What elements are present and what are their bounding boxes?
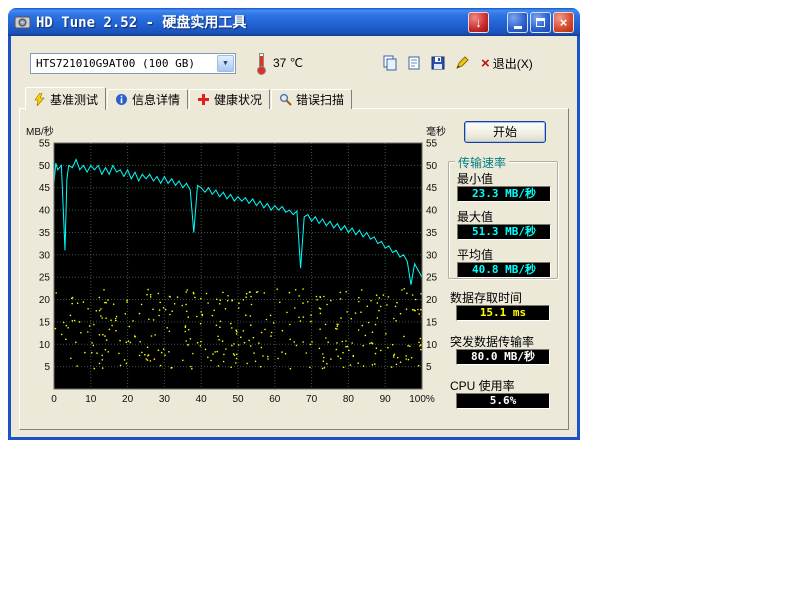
svg-text:15: 15 [426,317,438,328]
svg-text:毫秒: 毫秒 [426,125,446,138]
maximize-button[interactable] [530,12,551,33]
tab-info-label: 信息详情 [132,91,180,108]
results-panel: 开始 传输速率 最小值 23.3 MB/秒 最大值 51.3 MB/秒 平均值 … [448,117,562,423]
minimize-icon [514,26,522,29]
min-value-box: 23.3 MB/秒 [457,186,551,202]
combo-arrow-icon[interactable]: ▼ [217,55,234,72]
svg-text:55: 55 [426,139,438,150]
exit-label: 退出(X) [493,55,533,72]
svg-text:15: 15 [39,317,51,328]
start-button[interactable]: 开始 [464,121,546,143]
max-label: 最大值 [457,208,493,225]
svg-text:45: 45 [426,183,438,194]
options-button[interactable] [451,52,473,74]
svg-text:10: 10 [39,340,51,351]
svg-text:30: 30 [426,250,438,261]
copy-image-icon [382,55,398,71]
svg-text:10: 10 [85,394,97,405]
svg-text:0: 0 [51,394,57,405]
maximize-icon [536,18,545,27]
options-icon [454,55,470,71]
svg-text:90: 90 [380,394,392,405]
burst-rate-label: 突发数据传输率 [450,333,534,350]
health-icon [197,93,210,106]
window-body: HTS721010G9AT00 (100 GB) ▼ 37 ℃ [8,36,580,440]
svg-text:20: 20 [39,295,51,306]
svg-text:25: 25 [426,273,438,284]
minimize-button[interactable] [507,12,528,33]
exit-icon: × [481,56,490,71]
tab-error-scan-label: 错误扫描 [296,91,344,108]
svg-text:40: 40 [426,206,438,217]
svg-text:10: 10 [426,340,438,351]
drive-select-value: HTS721010G9AT00 (100 GB) [36,57,195,70]
benchmark-chart: 5555505045454040353530302525202015151010… [24,123,448,419]
svg-text:MB/秒: MB/秒 [26,125,54,138]
svg-text:5: 5 [426,362,432,373]
scan-icon [279,93,292,106]
svg-text:25: 25 [39,273,51,284]
svg-text:50: 50 [426,161,438,172]
copy-text-icon [406,55,422,71]
access-time-label: 数据存取时间 [450,289,522,306]
info-icon [115,93,128,106]
tab-strip: 基准测试 信息详情 健康状况 [25,87,353,109]
svg-text:40: 40 [196,394,208,405]
tab-info[interactable]: 信息详情 [107,89,188,109]
benchmark-icon [33,93,46,106]
svg-text:55: 55 [39,139,51,150]
access-time-value-box: 15.1 ms [456,305,550,321]
transfer-rate-legend: 传输速率 [455,154,509,171]
avg-value-box: 40.8 MB/秒 [457,262,551,278]
tab-health[interactable]: 健康状况 [189,89,270,109]
cpu-usage-label: CPU 使用率 [450,377,515,394]
svg-text:50: 50 [39,161,51,172]
max-value-box: 51.3 MB/秒 [457,224,551,240]
svg-text:60: 60 [269,394,281,405]
thermometer-icon [256,52,267,76]
exit-button[interactable]: × 退出(X) [481,52,533,74]
app-icon[interactable] [14,15,31,30]
download-arrow-button[interactable]: ↓ [468,12,489,33]
save-icon [430,55,446,71]
temperature-value: 37 ℃ [273,56,303,70]
svg-text:30: 30 [39,250,51,261]
svg-text:50: 50 [232,394,244,405]
copy-text-button[interactable] [403,52,425,74]
drive-select[interactable]: HTS721010G9AT00 (100 GB) ▼ [30,53,236,74]
avg-label: 平均值 [457,246,493,263]
svg-text:35: 35 [39,228,51,239]
save-button[interactable] [427,52,449,74]
titlebar[interactable]: HD Tune 2.52 - 硬盘实用工具 ↓ × [8,8,580,36]
svg-text:20: 20 [426,295,438,306]
close-button[interactable]: × [553,12,574,33]
tab-error-scan[interactable]: 错误扫描 [271,89,352,109]
svg-text:20: 20 [122,394,134,405]
cpu-usage-value-box: 5.6% [456,393,550,409]
svg-text:70: 70 [306,394,318,405]
transfer-rate-group: 传输速率 最小值 23.3 MB/秒 最大值 51.3 MB/秒 平均值 40.… [448,161,558,279]
window-title: HD Tune 2.52 - 硬盘实用工具 [36,12,246,32]
tab-health-label: 健康状况 [214,91,262,108]
min-label: 最小值 [457,170,493,187]
svg-text:35: 35 [426,228,438,239]
benchmark-panel: 5555505045454040353530302525202015151010… [19,108,569,430]
tab-benchmark-label: 基准测试 [50,91,98,108]
svg-text:30: 30 [159,394,171,405]
svg-text:40: 40 [39,206,51,217]
svg-text:5: 5 [44,362,50,373]
svg-text:45: 45 [39,183,51,194]
app-window: HD Tune 2.52 - 硬盘实用工具 ↓ × HTS721010G9AT0… [8,8,580,440]
svg-text:100%: 100% [409,394,435,405]
burst-rate-value-box: 80.0 MB/秒 [456,349,550,365]
svg-text:80: 80 [343,394,355,405]
tab-benchmark[interactable]: 基准测试 [25,87,106,110]
copy-image-button[interactable] [379,52,401,74]
